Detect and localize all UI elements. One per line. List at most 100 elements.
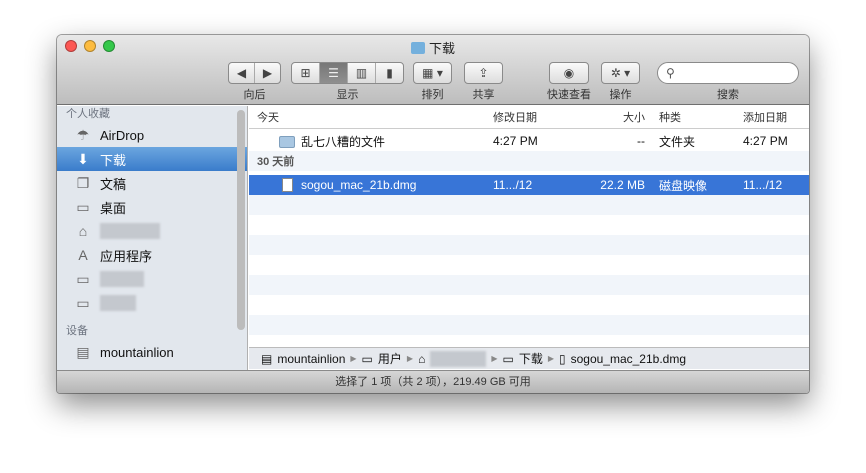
sidebar-item-home[interactable]: ⌂ [57, 219, 247, 243]
disk-icon: ▤ [76, 343, 90, 360]
empty-row [249, 215, 809, 235]
devices-header: 设备 [66, 325, 88, 337]
file-added: 11.../12 [743, 178, 783, 192]
toolbar: 下载 ◀ ▶ 向后 ⊞ ☰ ▥ ▮ 显示 ▦ ▾ 排列 ⇪ 共享 ◉ 快速查看 ✲ ▾ … [57, 35, 809, 105]
file-kind: 磁盘映像 [659, 178, 708, 193]
desktop-icon: ▭ [76, 198, 90, 215]
sidebar-item-label: 文稿 [100, 176, 127, 192]
window-title: 下载 [57, 38, 809, 57]
dmg-file-icon [282, 178, 293, 192]
finder-window: 下载 ◀ ▶ 向后 ⊞ ☰ ▥ ▮ 显示 ▦ ▾ 排列 ⇪ 共享 ◉ 快速查看 ✲ ▾ … [57, 35, 809, 393]
empty-row [249, 315, 809, 335]
column-size[interactable]: 大小 [583, 109, 653, 125]
sidebar-item-applications[interactable]: A 应用程序 [57, 243, 247, 267]
column-modified[interactable]: 修改日期 [493, 109, 583, 125]
share-label: 共享 [472, 89, 495, 101]
column-name[interactable]: 今天 [249, 109, 493, 125]
view-label: 显示 [336, 89, 359, 101]
disk-icon: ▤ [261, 351, 273, 366]
applications-icon: A [78, 247, 88, 263]
file-kind: 文件夹 [659, 134, 696, 149]
home-icon: ⌂ [78, 223, 88, 239]
eye-icon: ◉ [563, 66, 575, 80]
table-row[interactable]: sogou_mac_21b.dmg 11.../12 22.2 MB 磁盘映像 … [249, 175, 809, 195]
sidebar-item-folder[interactable]: ▭ [57, 291, 247, 315]
forward-button[interactable]: ▶ [255, 63, 280, 83]
icon-view-icon[interactable]: ⊞ [292, 63, 320, 83]
sidebar-item-label: AirDrop [100, 127, 145, 143]
sidebar-item-label: 应用程序 [100, 248, 153, 264]
coverflow-view-icon[interactable]: ▮ [376, 63, 403, 83]
redacted-label [100, 223, 160, 239]
path-arrow-icon: ▶ [547, 354, 554, 363]
downloads-icon: ⬇ [77, 150, 89, 167]
share-button[interactable]: ⇪ [464, 62, 503, 84]
folder-icon: ▭ [76, 270, 90, 287]
search-icon: ⚲ [666, 66, 675, 80]
path-item[interactable]: sogou_mac_21b.dmg [571, 352, 686, 366]
sidebar-item-airdrop[interactable]: ☂ AirDrop [57, 123, 247, 147]
sidebar-scrollbar[interactable] [237, 110, 245, 330]
folder-icon: ▭ [76, 294, 90, 311]
folder-icon [279, 135, 295, 148]
column-view-icon[interactable]: ▥ [348, 63, 376, 83]
column-added[interactable]: 添加日期 [743, 109, 809, 125]
folder-icon: ▭ [361, 351, 373, 366]
favorites-header: 个人收藏 [66, 108, 110, 120]
path-arrow-icon: ▶ [491, 354, 498, 363]
sidebar-item-documents[interactable]: ❐ 文稿 [57, 171, 247, 195]
sidebar-item-downloads[interactable]: ⬇ 下载 [57, 147, 247, 171]
file-size: 22.2 MB [600, 178, 645, 192]
empty-row [249, 255, 809, 275]
back-label: 向后 [243, 89, 266, 101]
sidebar-item-mountainlion[interactable]: ▤ mountainlion [57, 340, 247, 364]
file-modified: 11.../12 [493, 178, 533, 192]
path-item[interactable]: 下载 [519, 350, 543, 367]
empty-row [249, 195, 809, 215]
file-size: -- [637, 134, 645, 148]
share-icon: ⇪ [478, 66, 489, 80]
search-input[interactable]: ⚲ [657, 62, 799, 84]
list-view-icon[interactable]: ☰ [320, 63, 348, 83]
sidebar-item-label: 桌面 [100, 200, 127, 216]
sidebar-item-label: 下载 [100, 152, 127, 168]
path-item[interactable]: 用户 [378, 350, 402, 367]
home-icon: ⌂ [418, 351, 426, 366]
sidebar-item-label: mountainlion [100, 344, 174, 360]
file-modified: 4:27 PM [493, 134, 538, 148]
file-list: 今天 修改日期 大小 种类 添加日期 乱七八糟的文件 4:27 PM -- 文件… [249, 106, 809, 347]
view-control[interactable]: ⊞ ☰ ▥ ▮ [291, 62, 404, 84]
table-row[interactable]: 乱七八糟的文件 4:27 PM -- 文件夹 4:27 PM [249, 131, 809, 151]
file-name: 乱七八糟的文件 [301, 134, 386, 149]
document-icon: ▯ [558, 351, 566, 366]
action-label: 操作 [609, 89, 632, 101]
back-forward-control[interactable]: ◀ ▶ [228, 62, 281, 84]
path-bar: ▤ mountainlion ▶ ▭ 用户 ▶ ⌂ ▶ ▭ 下载 ▶ ▯ sogou_mac_2… [249, 347, 809, 369]
redacted-label [100, 295, 136, 311]
documents-icon: ❐ [76, 174, 90, 191]
back-button[interactable]: ◀ [229, 63, 255, 83]
action-button[interactable]: ✲ ▾ [601, 62, 640, 84]
empty-row [249, 295, 809, 315]
group-header: 30 天前 [249, 151, 809, 171]
arrange-label: 排列 [421, 89, 444, 101]
path-arrow-icon: ▶ [350, 354, 357, 363]
downloads-folder-icon: ▭ [502, 351, 514, 366]
sidebar-item-desktop[interactable]: ▭ 桌面 [57, 195, 247, 219]
path-item-redacted[interactable] [430, 350, 487, 367]
window-title-text: 下载 [428, 41, 455, 56]
group-label: 30 天前 [257, 156, 295, 168]
path-item[interactable]: mountainlion [277, 352, 345, 366]
empty-row [249, 235, 809, 255]
gear-icon: ✲ ▾ [610, 66, 631, 80]
redacted-label [100, 271, 144, 287]
arrange-button[interactable]: ▦ ▾ [413, 62, 452, 84]
path-arrow-icon: ▶ [406, 354, 414, 363]
quicklook-label: 快速查看 [547, 89, 591, 101]
column-headers: 今天 修改日期 大小 种类 添加日期 [249, 106, 809, 129]
sidebar-item-folder[interactable]: ▭ [57, 267, 247, 291]
quicklook-button[interactable]: ◉ [549, 62, 589, 84]
column-kind[interactable]: 种类 [653, 109, 743, 125]
downloads-folder-icon [410, 42, 425, 54]
airdrop-icon: ☂ [76, 126, 90, 143]
